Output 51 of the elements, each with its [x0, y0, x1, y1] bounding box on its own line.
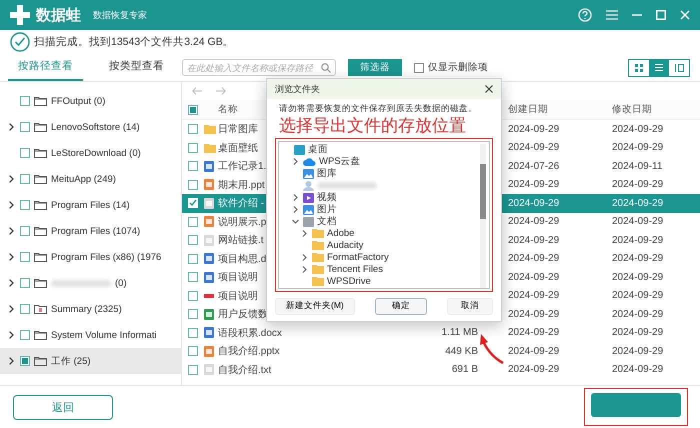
file-name: 自我介绍.pptx — [218, 344, 280, 358]
modified-date: 2024-09-29 — [612, 346, 664, 357]
file-size: 449 KB — [445, 346, 478, 357]
app-name: 数据蛙 — [36, 6, 81, 24]
modified-date: 2024-09-29 — [612, 290, 664, 302]
modified-date: 2024-09-29 — [612, 124, 664, 135]
dialog-title: 浏览文件夹 — [275, 82, 320, 96]
modified-date: 2024-09-29 — [612, 142, 664, 154]
modified-date: 2024-09-29 — [612, 179, 664, 190]
modified-date: 2024-09-29 — [612, 216, 664, 228]
modified-date: 2024-09-29 — [612, 272, 664, 283]
modified-date: 2024-09-29 — [612, 327, 664, 338]
dialog-note: 请勿将需要恢复的文件保存到原丢失数据的磁盘。 — [279, 103, 478, 115]
created-date: 2024-09-29 — [508, 364, 560, 376]
file-name: 期末用.ppt — [218, 178, 265, 192]
file-name: 网站链接.t — [218, 234, 264, 248]
modified-date: 2024-09-29 — [612, 253, 664, 264]
modified-date: 2024-09-29 — [612, 234, 664, 246]
created-date: 2024-09-29 — [508, 308, 560, 320]
created-date: 2024-09-29 — [508, 272, 560, 283]
modified-date: 2024-09-29 — [612, 198, 664, 209]
created-date: 2024-09-29 — [508, 198, 560, 209]
file-size: 1.11 MB — [442, 327, 478, 338]
file-name: 自我介绍.txt — [218, 364, 272, 377]
created-date: 2024-09-29 — [508, 327, 560, 338]
file-name: 软件介绍 - — [218, 197, 264, 210]
file-name: 项目说明 — [218, 271, 258, 284]
app-subtitle: 数据恢复专家 — [93, 8, 147, 22]
created-date: 2024-09-29 — [508, 290, 560, 302]
created-date: 2024-07-26 — [508, 160, 560, 172]
modified-date: 2024-09-29 — [612, 364, 664, 376]
scan-status: 扫描完成。找到13543个文件共3.24 GB。 — [34, 35, 234, 49]
file-size: 691 B — [452, 364, 478, 376]
file-name: 项目说明 — [218, 290, 258, 303]
file-name: 语段积累.docx — [218, 326, 282, 340]
created-date: 2024-09-29 — [508, 179, 560, 190]
created-date: 2024-09-29 — [508, 216, 560, 228]
annotation-text: 选择导出文件的存放位置 — [279, 116, 467, 136]
modified-date: 2024-09-11 — [612, 160, 662, 172]
file-name: 说明展示.p — [218, 216, 266, 229]
file-name: 桌面壁纸 — [218, 142, 258, 155]
created-date: 2024-09-29 — [508, 346, 560, 357]
modified-date: 2024-09-29 — [612, 308, 664, 320]
checkbox-label: 仅显示删除项 — [428, 61, 488, 74]
created-date: 2024-09-29 — [508, 142, 560, 154]
created-date: 2024-09-29 — [508, 253, 560, 264]
created-date: 2024-09-29 — [508, 124, 560, 135]
file-name: 工作记录1. — [218, 160, 266, 174]
file-name: 日常图库 — [218, 122, 258, 136]
created-date: 2024-09-29 — [508, 234, 560, 246]
file-name: 项目构思.d — [218, 252, 266, 266]
